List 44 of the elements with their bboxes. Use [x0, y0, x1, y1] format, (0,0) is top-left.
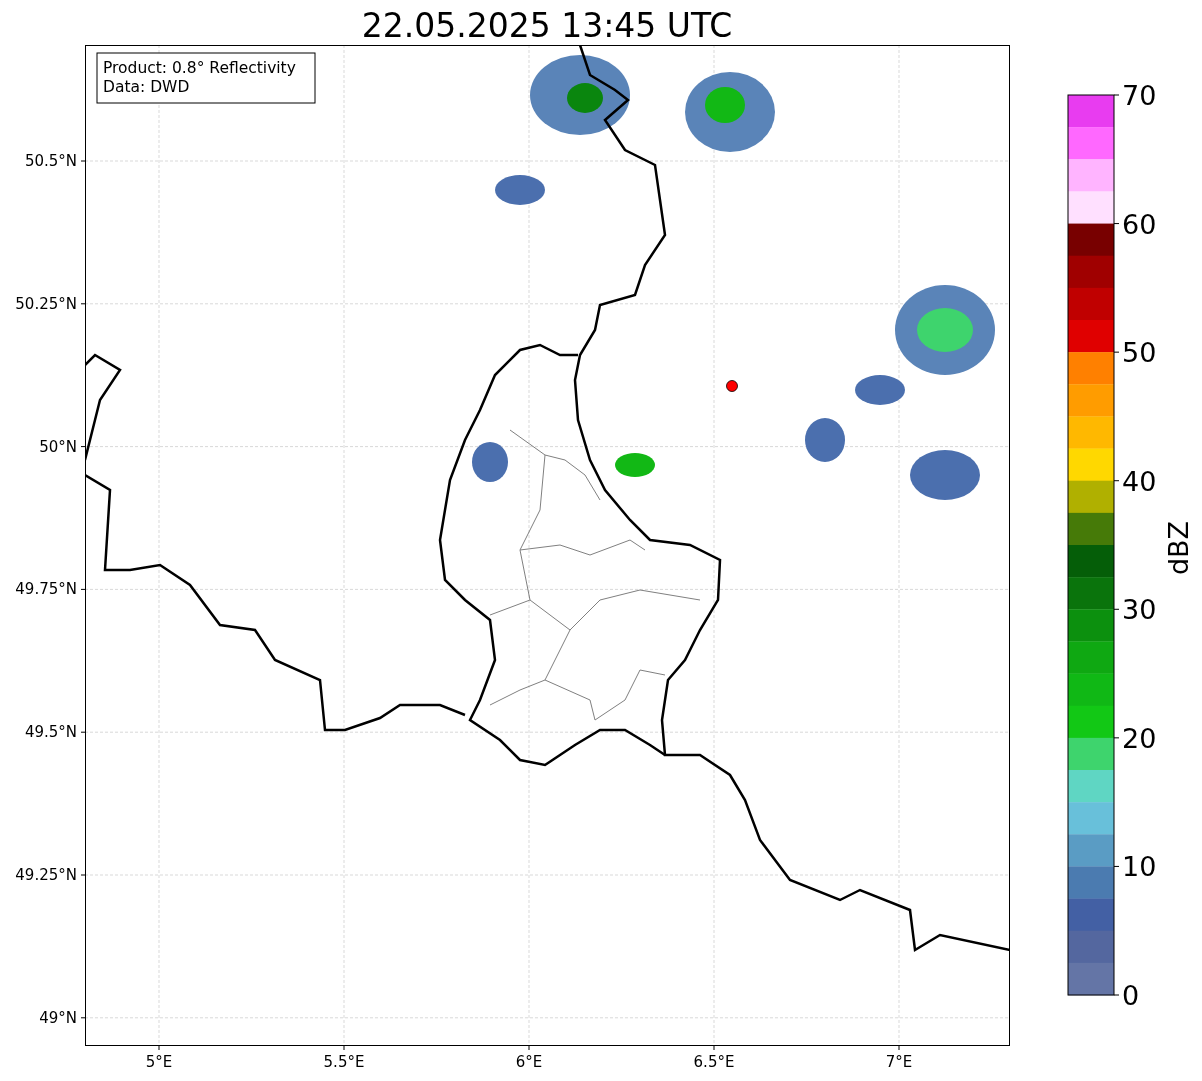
axis-tick-label: 5.5°E: [323, 1053, 365, 1071]
colorbar-tick-label: 40: [1122, 465, 1157, 497]
tick-mark: [80, 874, 86, 876]
chart-title: 22.05.2025 13:45 UTC: [361, 6, 733, 45]
tick-mark: [1113, 608, 1120, 610]
tick-mark: [713, 1045, 715, 1051]
colorbar-tick-label: 70: [1122, 80, 1157, 111]
colorbar-tick-label: 20: [1122, 722, 1157, 754]
tick-mark: [1113, 223, 1120, 225]
tick-mark: [80, 1017, 86, 1019]
colorbar-tick-label: 10: [1122, 851, 1157, 883]
tick-mark: [898, 1045, 900, 1051]
tick-mark: [1113, 994, 1120, 996]
tick-mark: [343, 1045, 345, 1051]
tick-mark: [1113, 480, 1120, 482]
tick-mark: [80, 588, 86, 590]
axis-tick-label: 49.25°N: [15, 866, 77, 884]
axis-tick-label: 6.5°E: [693, 1053, 735, 1071]
colorbar-tick-label: 30: [1122, 594, 1157, 626]
tick-mark: [1113, 737, 1120, 739]
tick-mark: [158, 1045, 160, 1051]
axis-tick-label: 6°E: [515, 1053, 543, 1071]
tick-mark: [1113, 865, 1120, 867]
tick-mark: [80, 446, 86, 448]
axis-tick-label: 50.5°N: [24, 152, 77, 170]
axis-tick-label: 49.75°N: [15, 580, 77, 599]
tick-mark: [528, 1045, 530, 1051]
tick-mark: [80, 303, 86, 305]
info-text: Data: DWD: [103, 78, 190, 96]
axis-tick-label: 49.5°N: [24, 723, 77, 742]
tick-mark: [1113, 94, 1120, 96]
tick-mark: [80, 731, 86, 733]
colorbar-label: dBZ: [1163, 520, 1194, 576]
axis-tick-label: 5°E: [145, 1053, 173, 1071]
info-text: Product: 0.8° Reflectivity: [103, 59, 296, 77]
axis-tick-label: 50.25°N: [15, 294, 77, 313]
axis-tick-label: 7°E: [885, 1053, 913, 1071]
colorbar-tick-label: 60: [1122, 208, 1157, 240]
axis-tick-label: 50°N: [39, 437, 77, 456]
tick-mark: [1113, 351, 1120, 353]
axis-tick-label: 49°N: [39, 1008, 77, 1027]
colorbar-tick-label: 0: [1122, 980, 1140, 1011]
tick-mark: [80, 160, 86, 162]
colorbar-tick-label: 50: [1122, 337, 1157, 369]
